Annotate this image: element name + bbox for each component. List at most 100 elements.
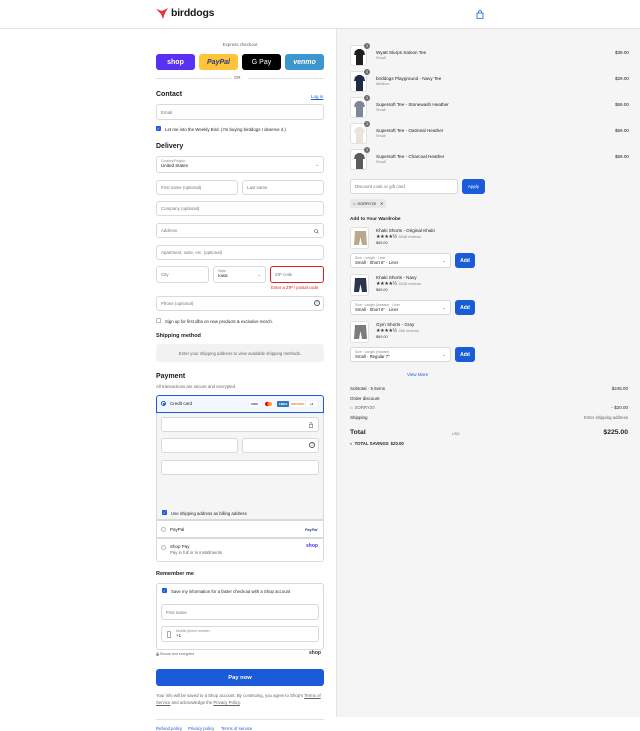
- discount-value: - $20.00: [611, 405, 628, 410]
- subtotal-label: Subtotal · 5 items: [350, 386, 386, 391]
- shop-privacy-link[interactable]: Privacy Policy: [213, 700, 239, 705]
- add-to-cart-button[interactable]: Add: [455, 347, 475, 362]
- shipping-value: Enter shipping address: [584, 415, 628, 420]
- remove-discount-icon[interactable]: ✕: [380, 201, 383, 206]
- phone-placeholder: Phone (optional): [161, 301, 194, 306]
- phone-field[interactable]: Phone (optional) ?: [156, 296, 324, 311]
- expiry-field[interactable]: [161, 438, 238, 453]
- amex-icon: AMEX: [277, 401, 289, 407]
- shipping-title: Shipping method: [156, 333, 201, 339]
- chevron-down-icon: ⌄: [442, 258, 446, 263]
- discount-code-field[interactable]: Discount code or gift card: [350, 179, 458, 194]
- cart-item-variant: Small: [376, 108, 386, 112]
- tag-icon: ⌂: [350, 405, 353, 410]
- help-icon[interactable]: ?: [309, 442, 315, 448]
- discount-tag-code: SORRY20: [357, 201, 377, 206]
- product-thumbnail: [350, 321, 369, 343]
- legal-text-1: Your info will be saved to a Shop accoun…: [156, 693, 304, 698]
- cart-item-variant: Small: [376, 134, 386, 138]
- help-icon[interactable]: ?: [314, 300, 320, 306]
- country-select[interactable]: Country/Region United States ⌄: [156, 156, 324, 173]
- secure-label: Secure and encrypted: [160, 652, 195, 656]
- rating: ★★★★½ 5548 reviews: [376, 234, 421, 240]
- variant-select-value: Small · Short 6" · Liner: [355, 260, 399, 265]
- shoppay-radio[interactable]: [161, 545, 166, 550]
- google-pay-button[interactable]: G Pay: [242, 54, 281, 70]
- last-name-field[interactable]: Last name: [242, 180, 324, 195]
- shoppay-label: Shop Pay: [170, 544, 190, 549]
- brand-name: birddogs: [171, 7, 215, 19]
- apply-button[interactable]: Apply: [462, 179, 485, 194]
- shoppay-sublabel: Pay in full or in installments: [170, 550, 223, 555]
- remember-first-name-field[interactable]: First name: [161, 604, 319, 620]
- add-to-cart-button[interactable]: Add: [455, 300, 475, 315]
- cart-item-variant: Small: [376, 160, 386, 164]
- city-field[interactable]: City: [156, 266, 209, 283]
- chevron-down-icon: ⌄: [257, 272, 261, 277]
- address-field[interactable]: Address: [156, 223, 324, 238]
- subtotal-value: $245.00: [611, 386, 628, 391]
- chevron-down-icon: ⌄: [442, 305, 446, 310]
- newsletter-label: Let me into the Weekly Bird. (I'm buying…: [165, 127, 286, 132]
- cart-item-name: Wyatt Slurps Saloon Tee: [376, 50, 427, 55]
- cart-item-price: $29.00: [614, 76, 629, 81]
- first-name-field[interactable]: First name (optional): [156, 180, 238, 195]
- sms-signup-checkbox[interactable]: [156, 318, 161, 323]
- newsletter-checkbox[interactable]: ✓: [156, 126, 161, 131]
- login-link[interactable]: Log in: [311, 94, 323, 99]
- variant-select-value: Small · Regular 7": [355, 354, 390, 359]
- shop-logo: shop: [309, 650, 321, 656]
- email-field[interactable]: Email: [156, 104, 324, 120]
- pay-now-button[interactable]: Pay now: [156, 669, 324, 686]
- venmo-button[interactable]: venmo: [285, 54, 324, 70]
- or-label: OR: [234, 75, 241, 80]
- sms-signup-label: Sign up for first dibs on new products &…: [165, 319, 273, 324]
- brand-logo[interactable]: birddogs: [156, 7, 215, 19]
- paypal-radio[interactable]: [161, 527, 166, 532]
- security-code-field[interactable]: ?: [242, 438, 319, 453]
- billing-same-label: Use shipping address as billing address: [171, 511, 247, 516]
- credit-card-radio[interactable]: [161, 401, 166, 406]
- variant-select[interactable]: Size · Length · Liner Small · Short 6" ·…: [350, 253, 451, 268]
- mobile-value: +1: [176, 633, 182, 638]
- mobile-phone-field[interactable]: Mobile phone number +1: [161, 626, 319, 642]
- save-info-checkbox[interactable]: ✓: [162, 588, 167, 593]
- card-number-field[interactable]: [161, 417, 319, 432]
- shopping-bag-icon[interactable]: [476, 10, 484, 19]
- cart-item: 1 Supersoft Tee - Oatmeal Heather Small …: [350, 121, 629, 147]
- bird-logo-icon: [156, 7, 168, 19]
- wardrobe-item: Khaki Shorts - Original Khaki ★★★★½ 5548…: [350, 227, 629, 271]
- legal-text: Your info will be saved to a Shop accoun…: [156, 692, 324, 706]
- wardrobe-item-price: $69.00: [376, 288, 388, 292]
- savings-label: TOTAL SAVINGS: [354, 441, 389, 446]
- add-to-cart-button[interactable]: Add: [455, 253, 475, 268]
- privacy-policy-link[interactable]: Privacy policy: [188, 726, 214, 731]
- state-select[interactable]: State Iowa ⌄: [213, 266, 266, 283]
- wardrobe-item: Khaki Shorts - Navy ★★★★½ 5548 reviews $…: [350, 274, 629, 318]
- company-field[interactable]: Company (optional): [156, 201, 324, 216]
- view-more-link[interactable]: View More: [407, 372, 428, 377]
- mobile-phone-icon: [167, 631, 171, 638]
- wardrobe-item-price: $69.00: [376, 241, 388, 245]
- variant-select[interactable]: Size · Length (Inseam) · Liner Small · S…: [350, 300, 451, 315]
- cart-item-price: $59.00: [614, 154, 629, 159]
- zip-field[interactable]: ZIP code: [270, 266, 324, 283]
- paypal-button[interactable]: PayPal: [199, 54, 238, 70]
- billing-same-checkbox[interactable]: ✓: [162, 510, 167, 515]
- star-rating-icon: ★★★★½: [376, 281, 397, 287]
- cart-item: 1 Supersoft Tee - Charcoal Heather Small…: [350, 147, 629, 173]
- terms-of-service-link[interactable]: Terms of service: [221, 726, 252, 731]
- lock-icon: [156, 652, 159, 656]
- refund-policy-link[interactable]: Refund policy: [156, 726, 182, 731]
- name-on-card-field[interactable]: [161, 460, 319, 475]
- variant-select-value: Small · Short 6" · Liner: [355, 307, 399, 312]
- cart-item-name: Supersoft Tee - Stonewash Heather: [376, 102, 449, 107]
- order-discount-label: Order discount: [350, 396, 380, 401]
- legal-text-2: and acknowledge the: [171, 700, 213, 705]
- wardrobe-title: Add to Your Wardrobe: [350, 217, 401, 222]
- apartment-field[interactable]: Apartment, suite, etc. (optional): [156, 245, 324, 260]
- variant-select[interactable]: Size · Length (Inseam) Small · Regular 7…: [350, 347, 451, 362]
- savings-tag-icon: ◐: [350, 441, 353, 446]
- shop-pay-button[interactable]: shop: [156, 54, 195, 70]
- cart-item-variant: Medium: [376, 82, 390, 86]
